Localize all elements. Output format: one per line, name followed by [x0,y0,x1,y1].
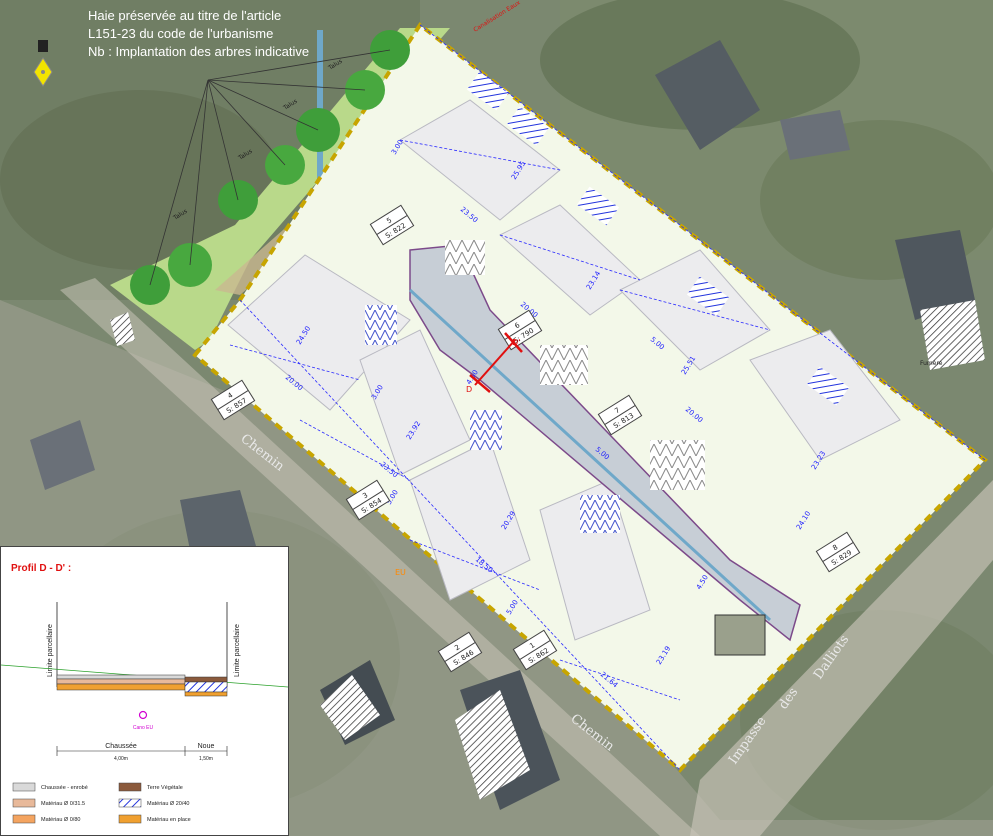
note-line-2: L151-23 du code de l'urbanisme [88,26,273,41]
profile-panel: Profil D - D' : Limite parcellaire Limit… [0,546,289,836]
section-d-prime-label: D' [512,338,520,347]
chaussee-width: 4,00m [114,756,128,762]
house-label: Fumère [920,360,943,367]
legend-label: Matériau Ø 20/40 [147,801,190,807]
note-line-1: Haie préservée au titre de l'article [88,8,281,23]
layer-chaussee [56,674,186,680]
layer-en-place [56,683,186,691]
layer-terre [184,676,228,683]
legend-label: Matériau en place [147,817,191,823]
map-stage: 25.95 23.50 20.00 23.14 25.51 20.00 23.2… [0,0,993,836]
layer-20-40 [184,681,228,693]
layer-0-31 [56,678,186,685]
legend-label: Matériau Ø 0/31.5 [41,801,85,807]
profile-drawing: Profil D - D' : Limite parcellaire Limit… [1,563,288,824]
section-d-label: D [466,385,472,394]
chaussee-label: Chaussée [105,743,137,750]
right-boundary-label: Limite parcellaire [234,624,241,677]
noue-label: Noue [198,743,215,750]
eu-label: EU [395,568,406,577]
noue-width: 1,50m [199,756,213,762]
legend-label: Matériau Ø 0/80 [41,817,80,823]
regard-icon [138,710,148,720]
profile-legend: Chaussée - enrobé Terre Végétale Matéria… [12,782,191,824]
note-line-3: Nb : Implantation des arbres indicative [88,44,309,59]
legend-label: Terre Végétale [147,785,183,791]
regard-label: Cano EU [133,725,154,731]
profile-title: Profil D - D' : [11,563,71,574]
legend-label: Chaussée - enrobé [41,785,88,791]
